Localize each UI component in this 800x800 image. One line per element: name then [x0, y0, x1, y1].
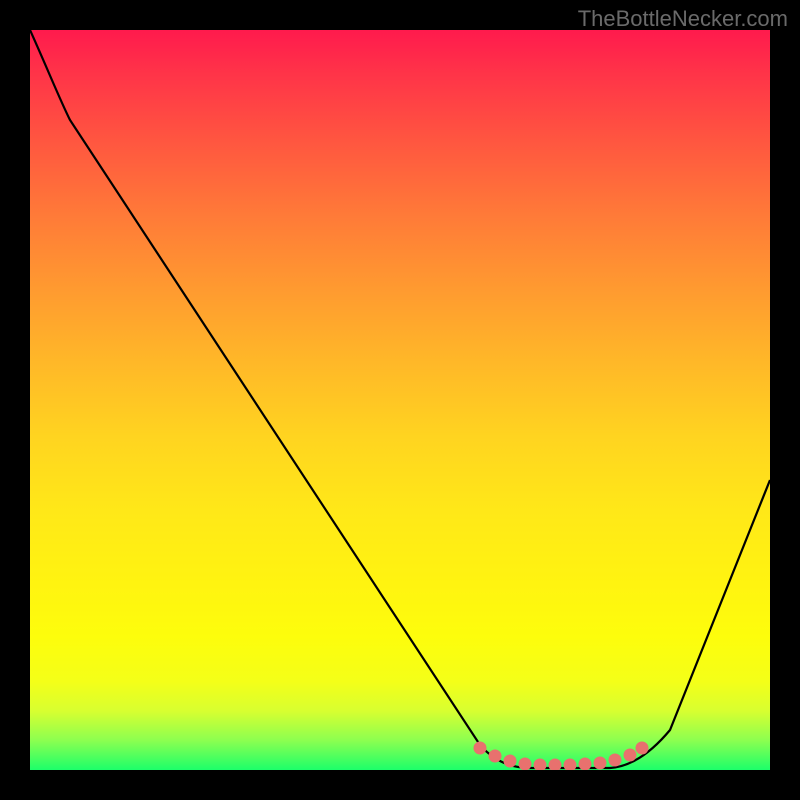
bottleneck-curve-line — [30, 30, 770, 768]
watermark-text: TheBottleNecker.com — [578, 6, 788, 32]
plot-area — [30, 30, 770, 770]
chart-svg — [30, 30, 770, 770]
